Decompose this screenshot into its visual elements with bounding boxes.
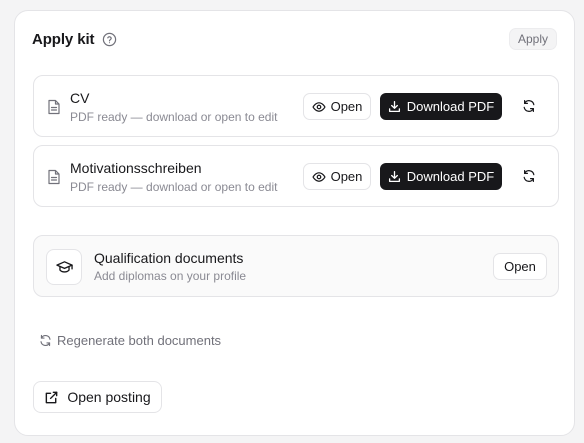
refresh-icon xyxy=(39,334,52,347)
apply-kit-card: Apply kit Apply CV PDF ready — download … xyxy=(14,10,575,436)
download-pdf-button[interactable]: Download PDF xyxy=(380,93,502,120)
qualification-documents-row: Qualification documents Add diplomas on … xyxy=(33,235,559,297)
document-status: PDF ready — download or open to edit xyxy=(70,110,278,124)
card-header: Apply kit Apply xyxy=(32,28,557,50)
open-button-label: Open xyxy=(330,99,363,114)
download-pdf-label: Download PDF xyxy=(406,169,495,184)
open-button-label: Open xyxy=(330,169,363,184)
file-text-icon xyxy=(47,169,61,185)
refresh-icon xyxy=(522,99,536,113)
apply-button[interactable]: Apply xyxy=(508,28,557,50)
regenerate-both-button[interactable]: Regenerate both documents xyxy=(39,331,221,349)
card-title: Apply kit xyxy=(32,30,95,48)
open-posting-label: Open posting xyxy=(67,389,151,405)
regenerate-both-label: Regenerate both documents xyxy=(57,332,222,348)
help-circle-icon[interactable] xyxy=(102,32,117,47)
download-pdf-label: Download PDF xyxy=(406,99,495,114)
qualification-subtitle: Add diplomas on your profile xyxy=(94,269,247,283)
document-name: Motivationsschreiben xyxy=(70,160,202,176)
external-link-icon xyxy=(44,390,59,405)
document-row-motivationsschreiben: Motivationsschreiben PDF ready — downloa… xyxy=(33,145,559,207)
document-status: PDF ready — download or open to edit xyxy=(70,180,278,194)
refresh-icon xyxy=(522,169,536,183)
file-text-icon xyxy=(47,99,61,115)
download-icon xyxy=(388,100,401,113)
qualification-open-button[interactable]: Open xyxy=(493,253,547,280)
open-posting-button[interactable]: Open posting xyxy=(33,381,162,413)
eye-icon xyxy=(312,170,326,184)
regenerate-icon-button[interactable] xyxy=(517,164,541,188)
document-row-cv: CV PDF ready — download or open to edit … xyxy=(33,75,559,137)
open-button[interactable]: Open xyxy=(303,163,371,190)
download-pdf-button[interactable]: Download PDF xyxy=(380,163,502,190)
qualification-title: Qualification documents xyxy=(94,250,244,266)
download-icon xyxy=(388,170,401,183)
regenerate-icon-button[interactable] xyxy=(517,94,541,118)
eye-icon xyxy=(312,100,326,114)
open-button[interactable]: Open xyxy=(303,93,371,120)
document-name: CV xyxy=(70,90,90,106)
graduation-cap-icon xyxy=(46,249,82,285)
